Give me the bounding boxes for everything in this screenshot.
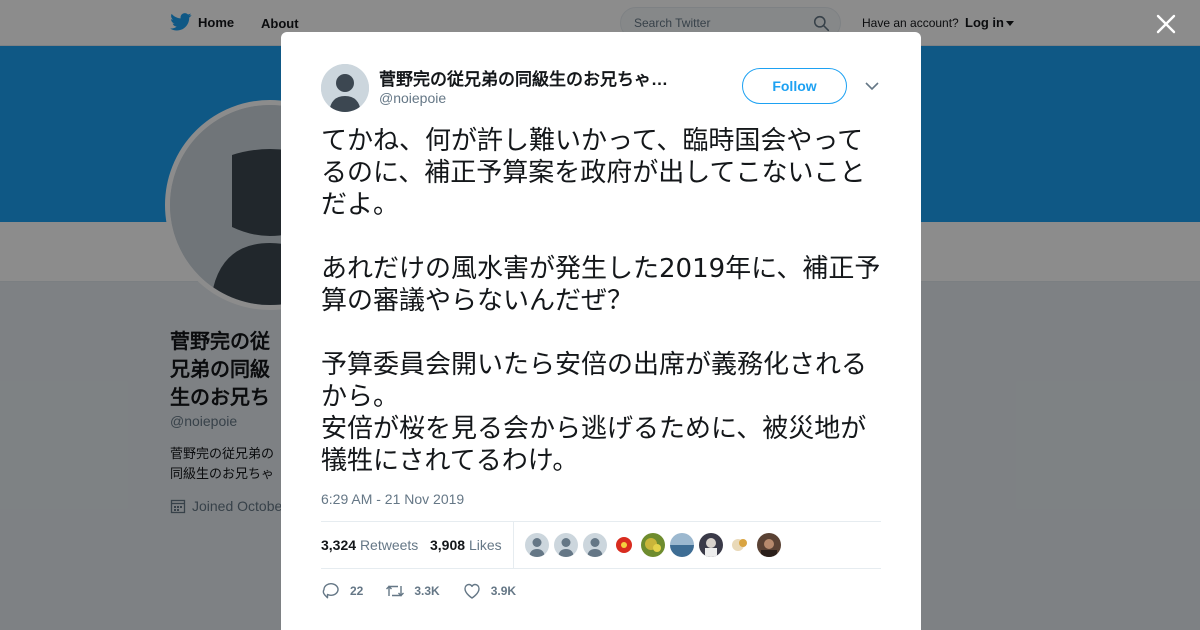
liker-avatar[interactable] bbox=[670, 533, 694, 557]
follow-button[interactable]: Follow bbox=[742, 68, 847, 104]
liker-avatar[interactable] bbox=[612, 533, 636, 557]
reply-count: 22 bbox=[350, 584, 364, 598]
liker-avatar-image bbox=[670, 533, 694, 557]
like-stat[interactable]: 3,908 Likes bbox=[430, 537, 502, 553]
like-button[interactable]: 3.9K bbox=[462, 581, 516, 601]
tweet-paragraph: 予算委員会開いたら安倍の出席が義務化されるから。 安倍が桜を見る会から逃げるため… bbox=[321, 350, 868, 476]
author-avatar[interactable] bbox=[321, 64, 369, 112]
tweet-text: てかね、何が許し難いかって、臨時国会やってるのに、補正予算案を政府が出してこない… bbox=[321, 125, 881, 477]
liker-avatar[interactable] bbox=[641, 533, 665, 557]
liker-avatar-image bbox=[612, 533, 636, 557]
author-name[interactable]: 菅野完の従兄弟の同級生のお兄ちゃ… bbox=[379, 65, 689, 90]
like-stat-label: Likes bbox=[468, 537, 502, 553]
retweet-count: 3,324 bbox=[321, 537, 357, 553]
liker-avatar[interactable] bbox=[525, 533, 549, 557]
like-action-count: 3.9K bbox=[490, 584, 517, 598]
liker-avatar[interactable] bbox=[757, 533, 781, 557]
liker-avatar-image bbox=[554, 533, 578, 557]
retweet-button[interactable]: 3.3K bbox=[385, 581, 440, 601]
retweet-icon bbox=[386, 585, 405, 597]
liker-avatar-image bbox=[757, 533, 781, 557]
liker-avatar[interactable] bbox=[699, 533, 723, 557]
tweet-timestamp[interactable]: 6:29 AM - 21 Nov 2019 bbox=[321, 491, 464, 507]
tweet-modal: 菅野完の従兄弟の同級生のお兄ちゃ… @noiepoie Follow てかね、何… bbox=[281, 32, 921, 630]
author-handle[interactable]: @noiepoie bbox=[379, 90, 446, 106]
tweet-paragraph: あれだけの風水害が発生した2019年に、補正予算の審議やらないんだぜ？ bbox=[321, 254, 881, 316]
liker-avatar[interactable] bbox=[554, 533, 578, 557]
reply-icon bbox=[322, 582, 339, 599]
liker-avatar-image bbox=[699, 533, 723, 557]
chevron-down-icon[interactable] bbox=[864, 80, 880, 92]
liker-avatars bbox=[525, 533, 786, 557]
liker-avatar-image bbox=[641, 533, 665, 557]
heart-icon bbox=[464, 583, 480, 599]
retweet-action-count: 3.3K bbox=[414, 584, 440, 598]
retweet-stat-label: Retweets bbox=[359, 537, 419, 553]
liker-avatar-image bbox=[583, 533, 607, 557]
tweet-stats: 3,324 Retweets 3,908 Likes bbox=[321, 521, 881, 569]
liker-avatar-image bbox=[728, 533, 752, 557]
liker-avatar-image bbox=[525, 533, 549, 557]
default-avatar-icon bbox=[321, 64, 369, 112]
tweet-actions: 22 3.3K 3.9K bbox=[321, 581, 538, 601]
close-icon[interactable] bbox=[1154, 12, 1178, 36]
reply-button[interactable]: 22 bbox=[321, 581, 363, 601]
retweet-stat[interactable]: 3,324 Retweets bbox=[321, 537, 418, 553]
liker-avatar[interactable] bbox=[583, 533, 607, 557]
like-count: 3,908 bbox=[430, 537, 466, 553]
tweet-paragraph: てかね、何が許し難いかって、臨時国会やってるのに、補正予算案を政府が出してこない… bbox=[321, 126, 866, 220]
liker-avatar[interactable] bbox=[728, 533, 752, 557]
stats-divider bbox=[513, 522, 514, 569]
